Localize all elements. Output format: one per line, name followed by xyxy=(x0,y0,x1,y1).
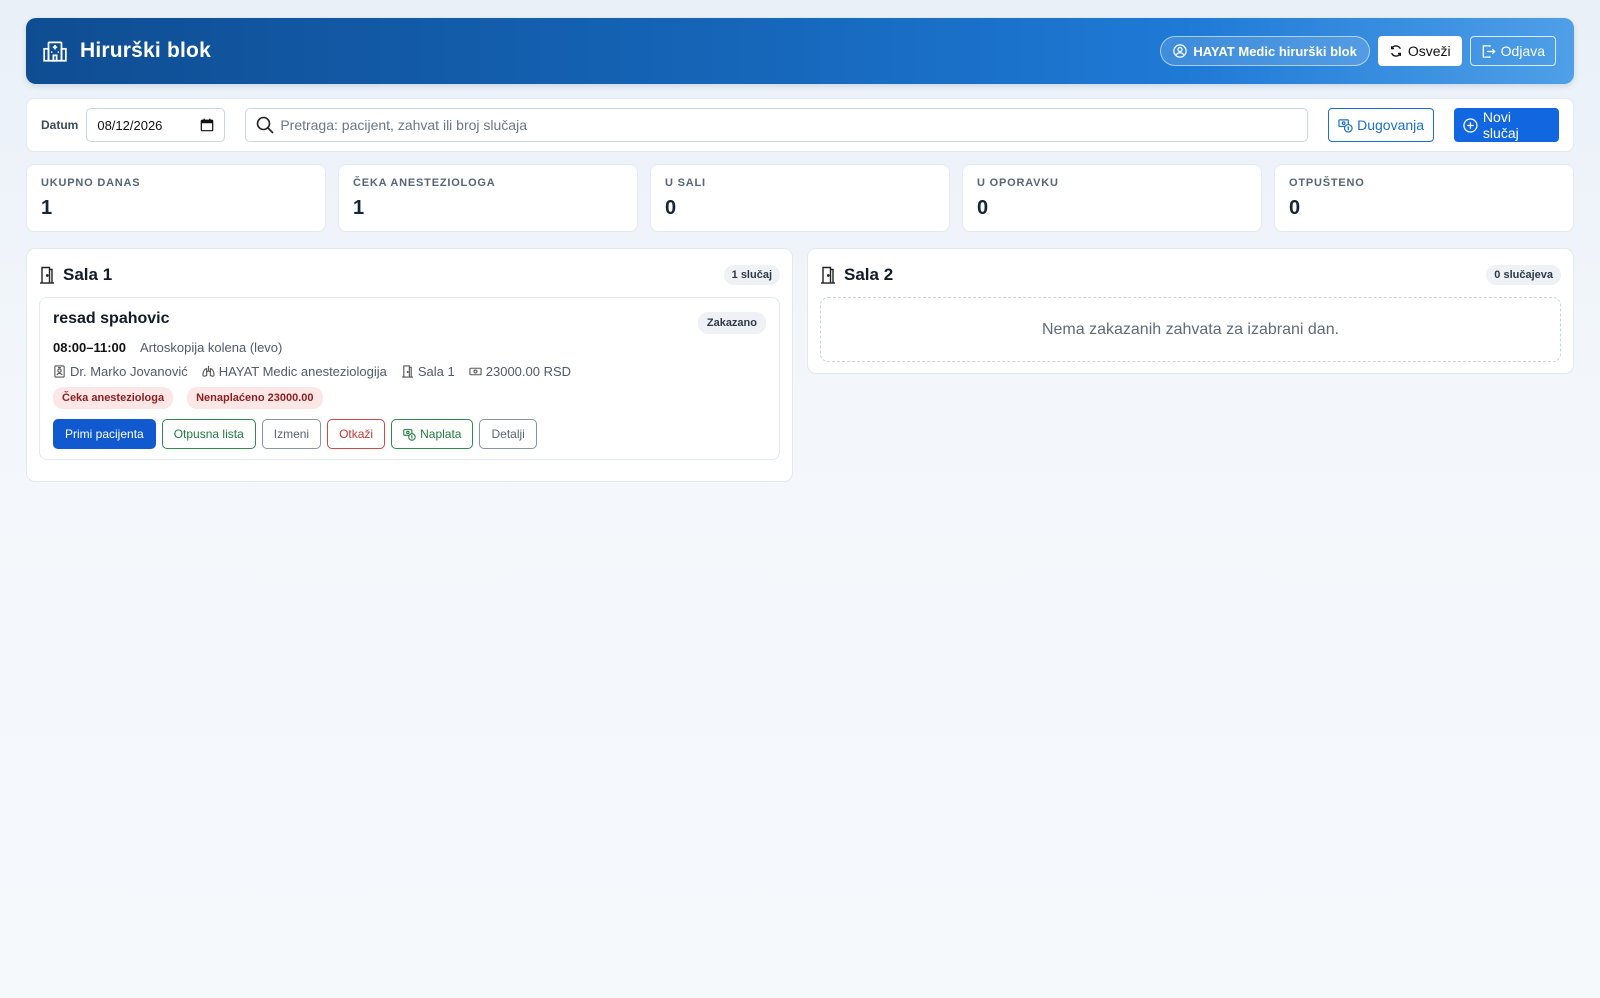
refresh-label: Osveži xyxy=(1407,43,1451,59)
admit-patient-button[interactable]: Primi pacijenta xyxy=(53,419,156,449)
user-label: HAYAT Medic hirurški blok xyxy=(1193,43,1357,59)
room-header: Sala 2 0 slučajeva xyxy=(808,249,1573,287)
stat-label: OTPUŠTENO xyxy=(1289,177,1365,189)
case-surgeon: Dr. Marko Jovanović xyxy=(53,364,188,379)
case-price: 23000.00 RSD xyxy=(469,364,571,379)
stat-discharged: OTPUŠTENO 0 xyxy=(1274,164,1574,232)
hospital-icon xyxy=(43,41,67,62)
user-circle-icon xyxy=(1173,44,1188,58)
billing-button[interactable]: Naplata xyxy=(391,419,474,449)
refresh-button[interactable]: Osveži xyxy=(1377,36,1462,66)
door-icon xyxy=(40,266,54,284)
search-input[interactable]: Pretraga: pacijent, zahvat ili broj sluč… xyxy=(245,108,1309,142)
stat-total-today: UKUPNO DANAS 1 xyxy=(26,164,326,232)
person-badge-icon xyxy=(54,365,65,378)
stat-label: ČEKA ANESTEZIOLOGA xyxy=(353,177,496,189)
stat-value: 0 xyxy=(977,197,989,219)
stat-label: U SALI xyxy=(665,177,706,189)
search-placeholder: Pretraga: pacijent, zahvat ili broj sluč… xyxy=(280,117,527,133)
case-anesthesia: HAYAT Medic anesteziologija xyxy=(202,364,387,379)
tag-waiting-anesthesiologist: Čeka anesteziologa xyxy=(53,387,174,409)
stat-value: 0 xyxy=(1289,197,1301,219)
room-name: Sala 2 xyxy=(844,265,894,284)
edit-button[interactable]: Izmeni xyxy=(261,419,322,449)
cash-coin-icon xyxy=(403,428,416,441)
stat-value: 0 xyxy=(665,197,677,219)
debts-button[interactable]: Dugovanja xyxy=(1328,108,1435,142)
case-procedure: Artoskopija kolena (levo) xyxy=(140,340,283,355)
brand: Hirurški blok xyxy=(42,38,211,64)
room-name: Sala 1 xyxy=(63,265,113,284)
new-case-label: Novi slučaj xyxy=(1482,109,1519,141)
calendar-icon[interactable] xyxy=(200,118,214,132)
billing-label: Naplata xyxy=(420,427,462,441)
plus-circle-icon xyxy=(1463,117,1478,133)
room-panel-sala-2: Sala 2 0 slučajeva Nema zakazanih zahvat… xyxy=(807,248,1574,374)
case-room: Sala 1 xyxy=(401,364,455,379)
cash-icon xyxy=(469,367,482,376)
filter-toolbar: Datum 08/12/2026 Pretraga: pacijent, zah… xyxy=(26,98,1574,152)
discharge-list-button[interactable]: Otpusna lista xyxy=(161,419,256,449)
logout-label: Odjava xyxy=(1500,43,1545,59)
door-icon xyxy=(401,365,413,378)
patient-name: resad spahovic xyxy=(53,310,170,327)
door-icon xyxy=(821,266,835,284)
room-header: Sala 1 1 slučaj xyxy=(27,249,792,287)
stat-value: 1 xyxy=(41,197,53,219)
date-value: 08/12/2026 xyxy=(97,117,163,133)
stat-in-recovery: U OPORAVKU 0 xyxy=(962,164,1262,232)
cash-coin-icon xyxy=(1338,118,1353,133)
stat-label: U OPORAVKU xyxy=(977,177,1059,189)
tag-unpaid: Nenaplaćeno 23000.00 xyxy=(187,387,323,409)
details-button[interactable]: Detalji xyxy=(479,419,537,449)
status-badge: Zakazano xyxy=(697,312,766,334)
debts-label: Dugovanja xyxy=(1357,117,1425,133)
date-input[interactable]: 08/12/2026 xyxy=(86,108,226,142)
stat-waiting-anesthesiologist: ČEKA ANESTEZIOLOGA 1 xyxy=(338,164,638,232)
date-label: Datum xyxy=(41,118,79,132)
case-card[interactable]: resad spahovic Zakazano 08:00–11:00 Arto… xyxy=(39,297,780,460)
room-label: Sala 1 xyxy=(417,364,455,379)
new-case-button[interactable]: Novi slučaj xyxy=(1454,108,1559,142)
user-pill[interactable]: HAYAT Medic hirurški blok xyxy=(1160,36,1370,66)
refresh-icon xyxy=(1390,45,1401,57)
app-header: Hirurški blok HAYAT Medic hirurški blok … xyxy=(26,18,1574,84)
price-value: 23000.00 RSD xyxy=(485,364,572,379)
lungs-icon xyxy=(202,365,215,377)
room-case-count: 1 slučaj xyxy=(723,265,780,285)
room-case-count: 0 slučajeva xyxy=(1486,265,1561,285)
stat-label: UKUPNO DANAS xyxy=(41,177,141,189)
search-icon xyxy=(257,116,274,134)
stat-in-room: U SALI 0 xyxy=(650,164,950,232)
empty-state: Nema zakazanih zahvata za izabrani dan. xyxy=(820,297,1561,362)
case-time: 08:00–11:00 xyxy=(53,340,127,355)
stats-row: UKUPNO DANAS 1 ČEKA ANESTEZIOLOGA 1 U SA… xyxy=(26,164,1574,232)
logout-button[interactable]: Odjava xyxy=(1469,36,1556,66)
surgeon-name: Dr. Marko Jovanović xyxy=(70,364,188,379)
logout-icon xyxy=(1482,44,1496,58)
stat-value: 1 xyxy=(353,197,365,219)
room-panel-sala-1: Sala 1 1 slučaj resad spahovic Zakazano … xyxy=(26,248,793,482)
anesthesia-name: HAYAT Medic anesteziologija xyxy=(218,364,387,379)
app-title: Hirurški blok xyxy=(80,39,211,62)
cancel-button[interactable]: Otkaži xyxy=(327,419,386,449)
